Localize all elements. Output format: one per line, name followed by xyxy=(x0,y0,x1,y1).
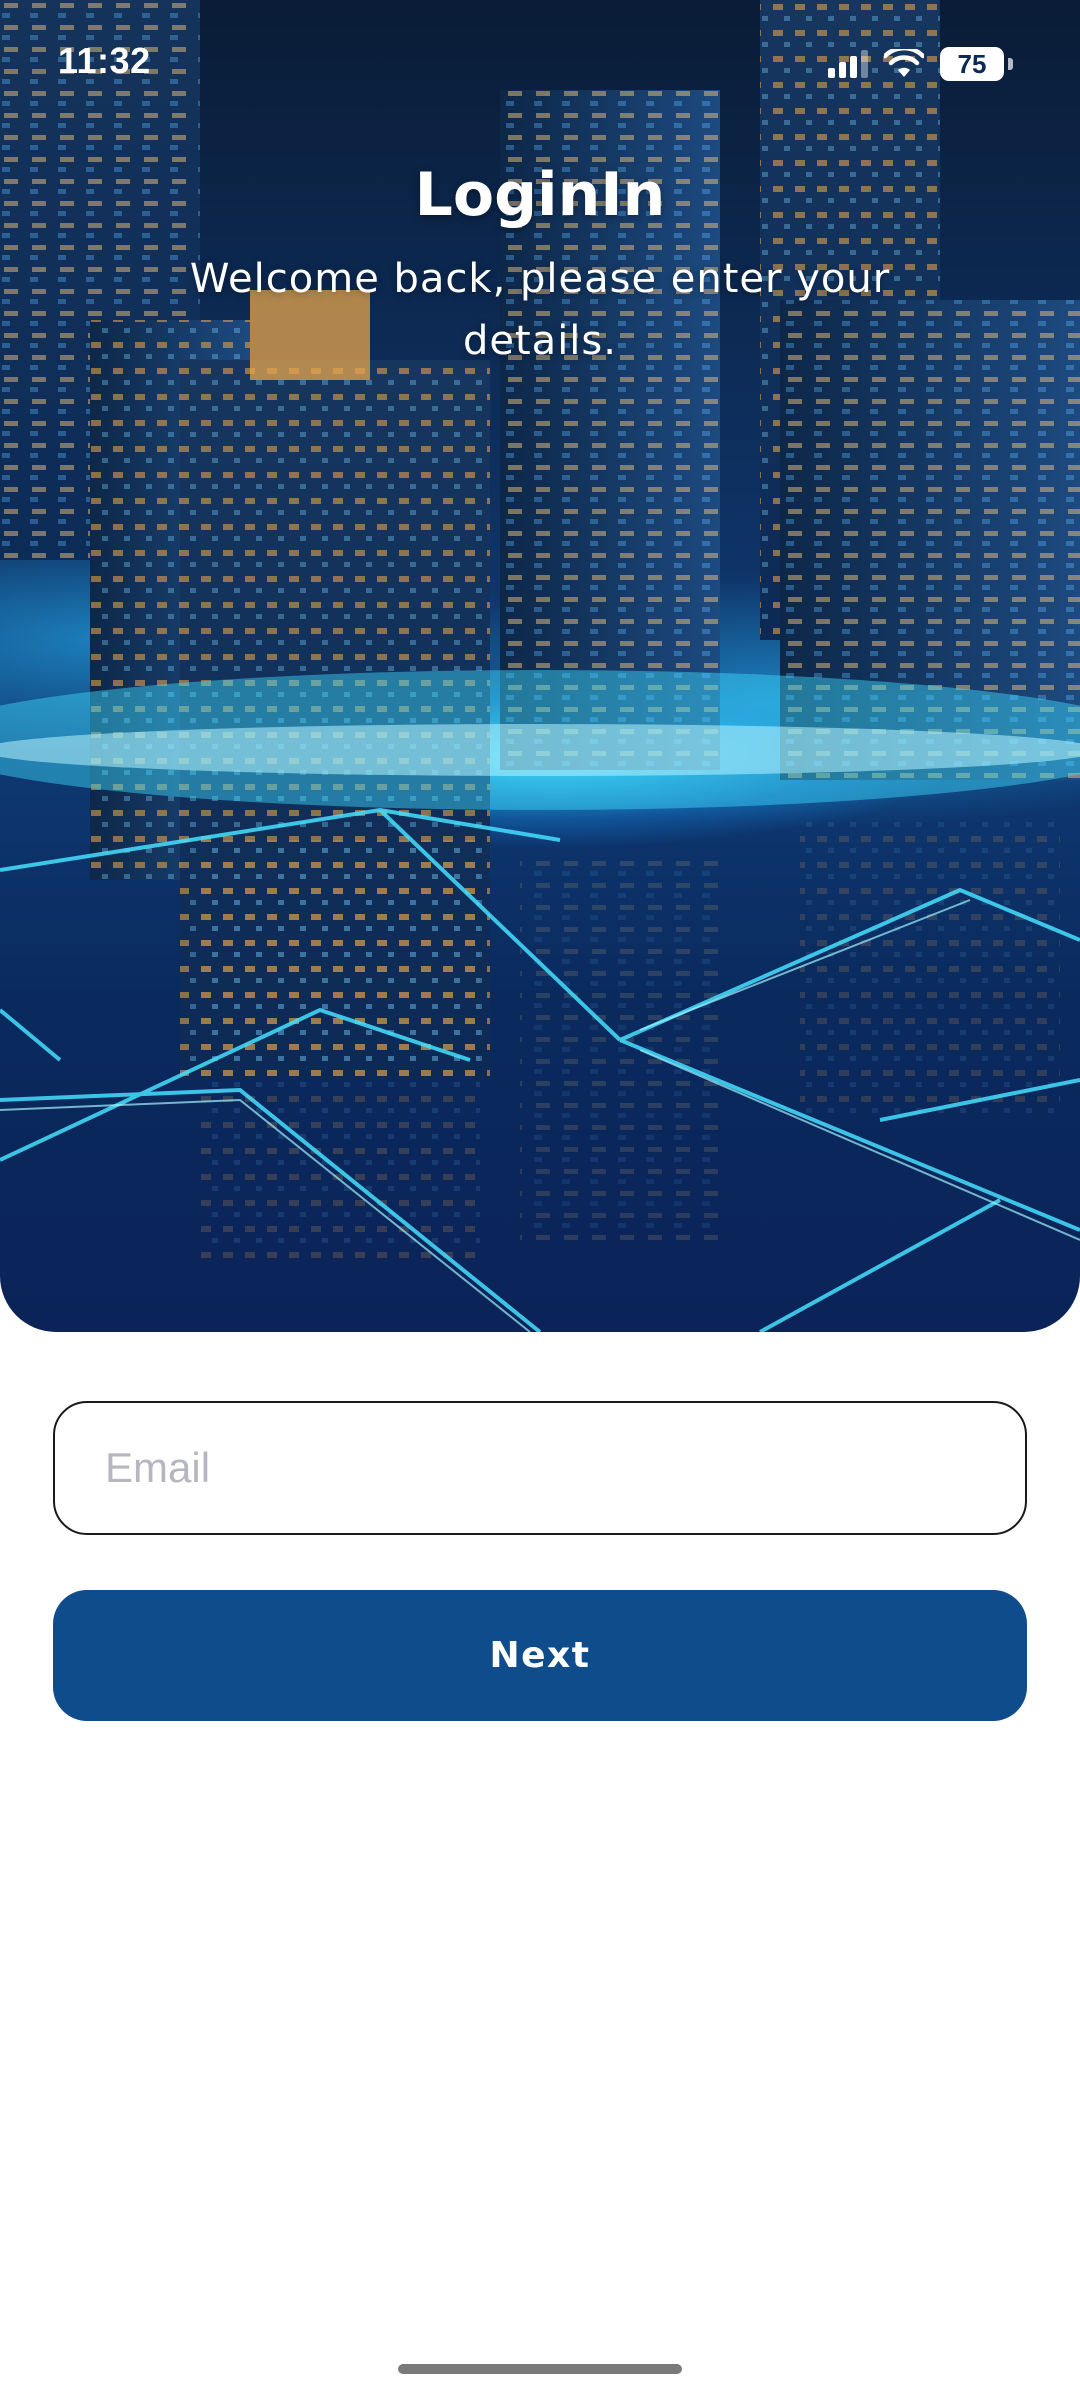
status-bar: 11:32 75 xyxy=(0,0,1080,130)
battery-icon: 75 xyxy=(940,47,1013,81)
next-button[interactable]: Next xyxy=(53,1590,1027,1721)
status-icons: 75 xyxy=(828,44,1013,84)
cellular-signal-icon xyxy=(828,50,868,78)
page-subtitle: Welcome back, please enter your details. xyxy=(189,256,891,364)
login-screen: 11:32 75 LoginIn Welcome back, please en… xyxy=(0,0,1080,2400)
email-field[interactable] xyxy=(53,1401,1027,1535)
email-input[interactable] xyxy=(103,1443,977,1493)
status-time: 11:32 xyxy=(58,40,151,81)
page-title: LoginIn xyxy=(414,160,666,230)
wifi-icon xyxy=(884,49,924,77)
home-indicator[interactable] xyxy=(398,2364,682,2374)
battery-level: 75 xyxy=(957,48,987,79)
